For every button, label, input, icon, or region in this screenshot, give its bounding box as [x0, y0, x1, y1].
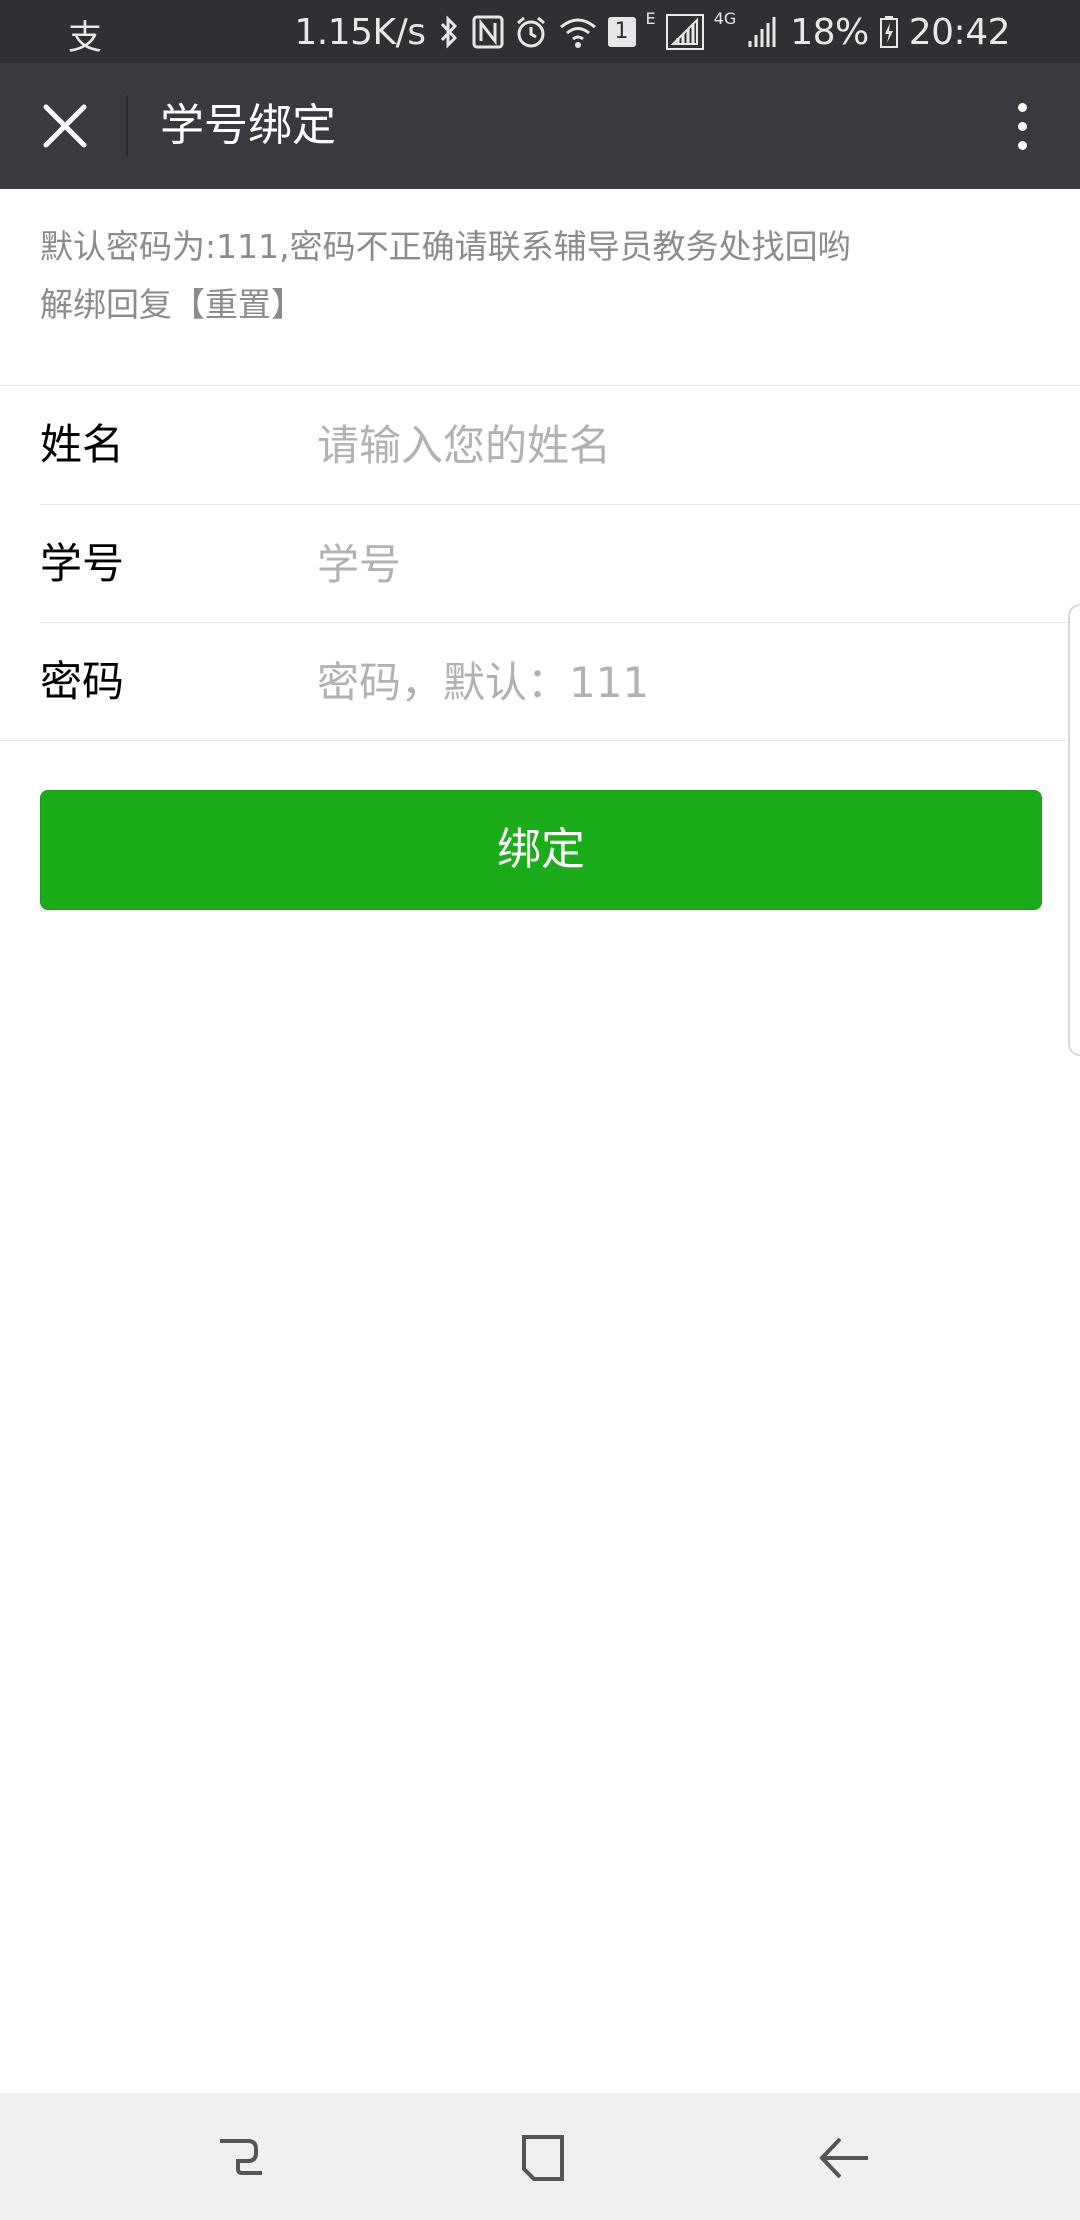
student-id-label: 学号	[40, 539, 125, 588]
navigation-bar	[0, 2093, 1080, 2220]
name-input[interactable]	[315, 410, 1045, 480]
name-label: 姓名	[40, 420, 125, 469]
notice-line-2: 解绑回复【重置】	[40, 285, 304, 324]
alipay-notification-icon: 支	[68, 18, 102, 58]
nfc-icon	[472, 15, 504, 49]
password-input[interactable]	[315, 647, 1045, 717]
bind-button[interactable]: 绑定	[40, 790, 1042, 910]
signal-icon-2	[748, 17, 776, 47]
student-id-input[interactable]	[315, 529, 1045, 599]
student-id-row: 学号	[40, 504, 1080, 622]
home-icon	[522, 2135, 564, 2181]
password-row: 密码	[40, 622, 1080, 740]
edge-panel-handle[interactable]	[1068, 604, 1080, 1056]
sim-badge: 1	[607, 17, 636, 47]
more-vertical-icon-dot	[1017, 140, 1027, 150]
title-bar: 学号绑定	[0, 63, 1080, 189]
more-options-button[interactable]	[992, 91, 1052, 161]
recent-apps-button[interactable]	[206, 2123, 276, 2193]
network-speed: 1.15K/s	[294, 11, 426, 53]
battery-icon	[879, 16, 898, 48]
back-icon	[819, 2137, 868, 2179]
wifi-icon	[559, 18, 596, 48]
page-title: 学号绑定	[160, 100, 336, 151]
name-row: 姓名	[40, 386, 1080, 504]
clock: 20:42	[908, 11, 1011, 53]
more-vertical-icon	[1017, 102, 1027, 112]
network-type-e: E	[645, 8, 656, 28]
signal-icon-1	[665, 14, 704, 50]
status-bar: 支 1.15K/s 1 E 4G 18% 20:42	[0, 0, 1080, 63]
alarm-icon	[516, 16, 545, 48]
bluetooth-icon	[440, 15, 457, 49]
notice-text: 默认密码为:111,密码不正确请联系辅导员教务处找回哟 解绑回复【重置】	[40, 218, 1040, 334]
notice-line-1: 默认密码为:111,密码不正确请联系辅导员教务处找回哟	[40, 227, 851, 266]
home-button[interactable]	[508, 2123, 578, 2193]
password-label: 密码	[40, 657, 125, 706]
bind-form: 姓名 学号 密码	[0, 385, 1080, 741]
more-vertical-icon-dot	[1017, 121, 1027, 131]
network-type-4g: 4G	[713, 8, 737, 28]
battery-percent: 18%	[790, 11, 869, 53]
back-button[interactable]	[810, 2123, 880, 2193]
close-button[interactable]	[30, 91, 100, 161]
close-icon	[43, 104, 87, 148]
recent-apps-icon	[220, 2139, 262, 2175]
status-indicators: 1.15K/s 1 E 4G 18% 20:42	[294, 8, 1010, 56]
title-divider	[126, 95, 128, 157]
